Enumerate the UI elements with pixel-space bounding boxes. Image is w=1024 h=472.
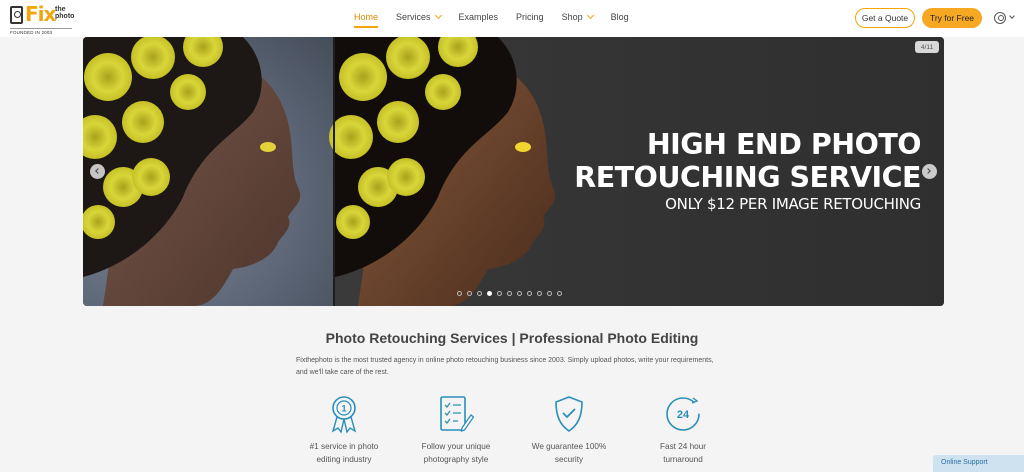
feature-line1: #1 service in photo — [309, 442, 379, 451]
feature-line2: photography style — [423, 455, 489, 464]
slider-dot[interactable] — [547, 291, 552, 296]
feature-line2: editing industry — [316, 455, 372, 464]
get-quote-button[interactable]: Get a Quote — [855, 8, 915, 28]
slider-dot[interactable] — [537, 291, 542, 296]
slider-dot[interactable] — [527, 291, 532, 296]
chevron-right-icon — [925, 168, 931, 174]
slider-dot[interactable] — [557, 291, 562, 296]
nav-blog-label: Blog — [610, 12, 629, 22]
chevron-down-icon[interactable] — [1009, 13, 1015, 19]
svg-text:1: 1 — [341, 404, 346, 414]
clock-24-icon: 24 — [666, 397, 700, 431]
hero-slider: 4/11 HIGH END PHOTO RETOUCHING SERVICE O… — [83, 37, 944, 306]
nav-pricing-label: Pricing — [516, 12, 544, 22]
chevron-left-icon — [95, 168, 101, 174]
chevron-down-icon — [586, 11, 594, 20]
slider-dot[interactable] — [467, 291, 472, 296]
try-free-button[interactable]: Try for Free — [922, 8, 982, 28]
main-nav: Home Services Examples Pricing Shop Blog — [354, 11, 647, 28]
logo-sub: the photo — [55, 6, 75, 20]
slider-dot[interactable] — [487, 291, 492, 296]
checklist-pencil-icon — [440, 396, 474, 432]
slide-counter: 4/11 — [915, 41, 939, 53]
slider-dot[interactable] — [457, 291, 462, 296]
slider-dot[interactable] — [497, 291, 502, 296]
shield-check-icon — [555, 396, 583, 432]
camera-logo-icon — [10, 6, 23, 24]
feature-line1: Follow your unique — [421, 442, 491, 451]
logo-tagline: FOUNDED IN 2003 — [10, 28, 72, 35]
hero-title-line1: HIGH END PHOTO — [646, 128, 922, 161]
nav-home[interactable]: Home — [354, 12, 379, 28]
slider-dot[interactable] — [517, 291, 522, 296]
nav-shop-label: Shop — [561, 12, 583, 22]
slider-dot[interactable] — [507, 291, 512, 296]
nav-home-label: Home — [354, 12, 379, 22]
section-description: Fixthephoto is the most trusted agency i… — [296, 357, 714, 376]
feature-line1: We guarantee 100% — [531, 442, 607, 451]
feature-line1: Fast 24 hour — [660, 442, 706, 451]
before-after-divider[interactable] — [333, 37, 335, 306]
feature-line2: security — [554, 455, 584, 464]
user-icon[interactable] — [994, 12, 1006, 24]
feature-item: 24 Fast 24 hour turnaround — [633, 394, 733, 466]
logo[interactable]: Fix the photo FOUNDED IN 2003 — [10, 2, 74, 35]
nav-examples[interactable]: Examples — [459, 12, 499, 22]
hero-subtitle: ONLY $12 PER IMAGE RETOUCHING — [665, 195, 921, 213]
online-support-button[interactable]: Online Support — [933, 455, 1024, 472]
site-header: Fix the photo FOUNDED IN 2003 Home Servi… — [0, 0, 1024, 37]
slider-dots — [457, 291, 567, 296]
hero-title-line2: RETOUCHING SERVICE — [574, 161, 921, 194]
slider-next-button[interactable] — [922, 164, 937, 179]
chevron-down-icon — [434, 11, 442, 20]
feature-item: 1 #1 service in photo editing industry — [294, 394, 394, 466]
feature-item: Follow your unique photography style — [406, 394, 506, 466]
nav-services-label: Services — [396, 12, 431, 22]
feature-item: We guarantee 100% security — [519, 394, 619, 466]
nav-examples-label: Examples — [458, 12, 499, 22]
slider-dot[interactable] — [477, 291, 482, 296]
award-ribbon-icon: 1 — [331, 396, 357, 434]
nav-shop[interactable]: Shop — [561, 11, 594, 22]
nav-services[interactable]: Services — [396, 11, 442, 22]
nav-blog[interactable]: Blog — [611, 12, 629, 22]
svg-text:24: 24 — [677, 409, 690, 421]
logo-brand: Fix — [25, 2, 56, 26]
section-title: Photo Retouching Services | Professional… — [325, 330, 699, 346]
slider-prev-button[interactable] — [90, 164, 105, 179]
nav-pricing[interactable]: Pricing — [516, 12, 544, 22]
feature-line2: turnaround — [663, 455, 703, 464]
